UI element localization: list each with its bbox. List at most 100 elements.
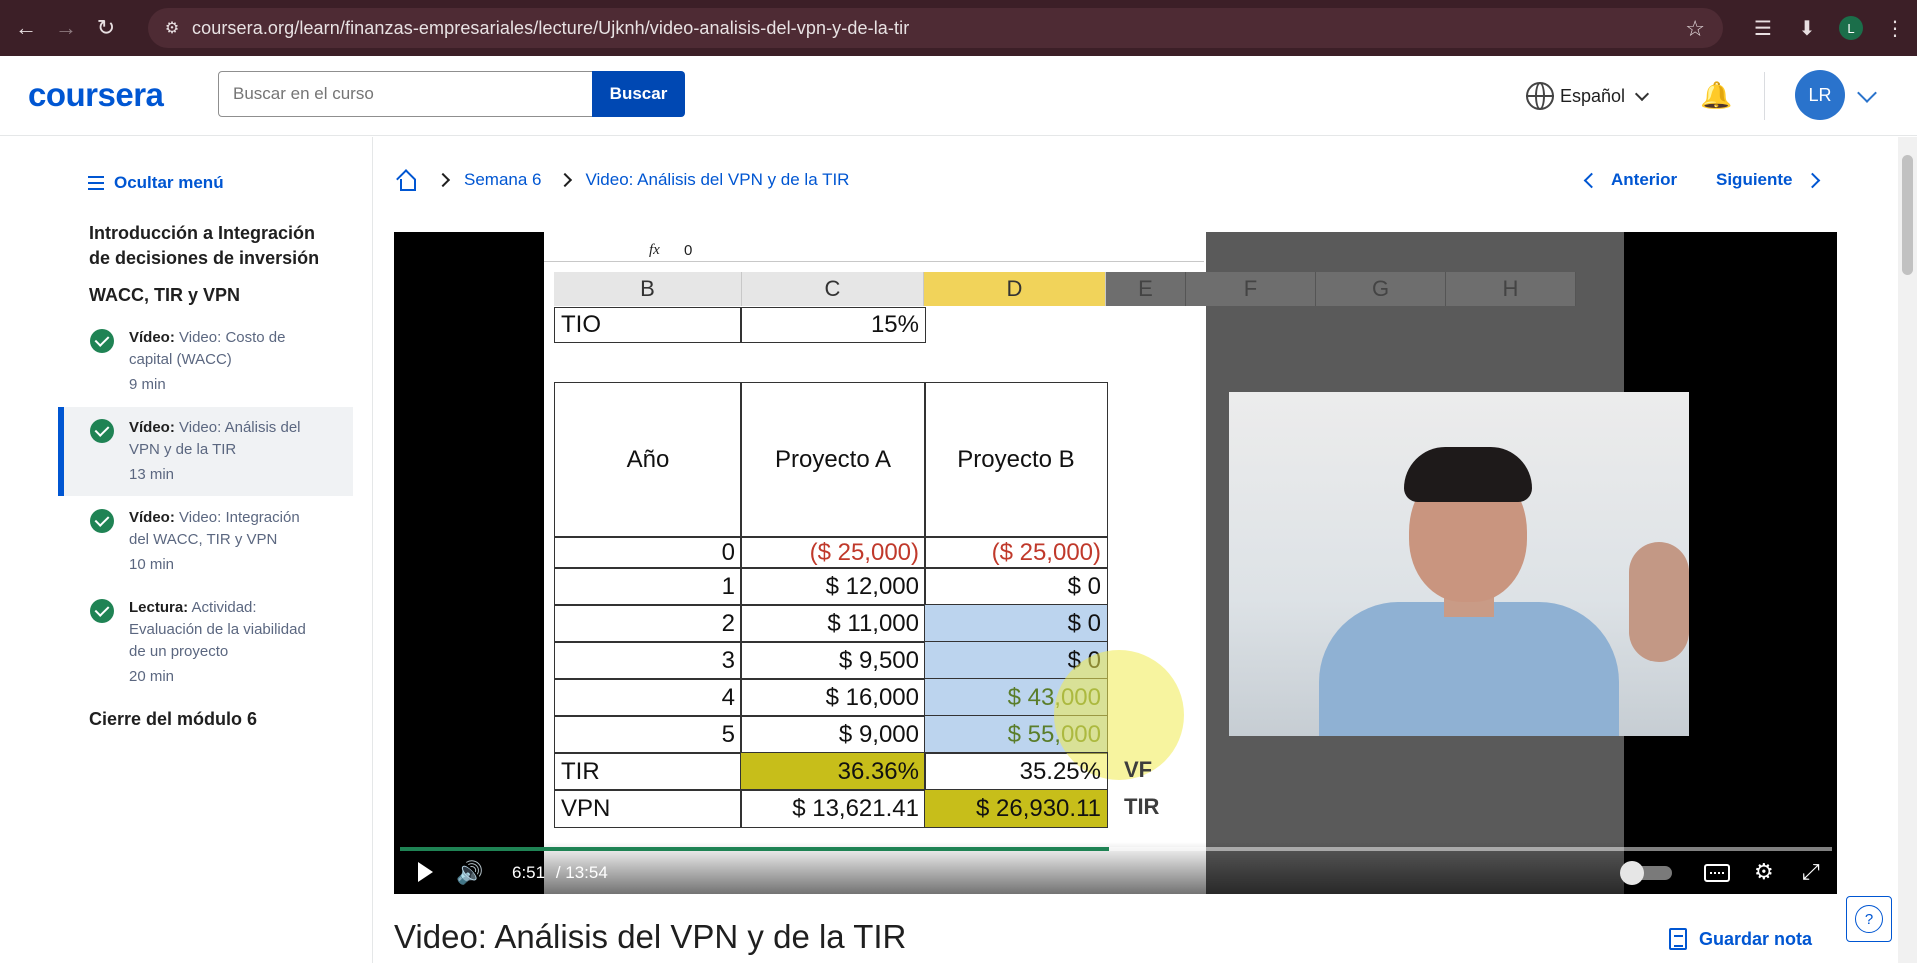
coursera-logo[interactable]: coursera [28, 76, 164, 114]
sidebar-item-actividad[interactable]: Lectura: Actividad: Evaluación de la via… [58, 587, 353, 698]
project-a-cell: $ 11,000 [740, 604, 926, 643]
item-type: Vídeo: [129, 509, 175, 526]
menu-icon [88, 176, 104, 190]
project-a-cell: $ 12,000 [740, 567, 926, 606]
download-icon[interactable]: ⬇ [1785, 6, 1829, 50]
column-header: C [742, 272, 924, 306]
autoplay-toggle[interactable] [1620, 861, 1672, 885]
item-type: Vídeo: [129, 419, 175, 436]
settings-gear-icon[interactable]: ⚙ [1754, 859, 1774, 885]
reload-icon[interactable]: ↻ [86, 8, 126, 48]
profile-button[interactable]: L [1829, 6, 1873, 50]
hide-menu-label: Ocultar menú [114, 173, 224, 192]
notifications-bell-icon[interactable]: 🔔 [1700, 80, 1732, 114]
page-scrollbar[interactable] [1898, 137, 1917, 963]
hide-menu-button[interactable]: Ocultar menú [88, 173, 224, 193]
project-a-cell: $ 9,000 [740, 715, 926, 754]
site-header: coursera Buscar Español 🔔 LR [0, 56, 1917, 136]
vpn-b-cell: $ 26,930.11 [924, 789, 1108, 828]
sidebar-item-text: Vídeo: Video: Costo de capital (WACC) 9 … [129, 327, 319, 396]
video-frame-spreadsheet: fx 0 B C D E F G H TIO 15% Año Proyecto … [544, 232, 1689, 894]
module-closure-section[interactable]: Cierre del módulo 6 [89, 709, 257, 730]
help-button[interactable]: ? [1846, 896, 1892, 942]
fullscreen-icon[interactable]: ⤢ [1802, 859, 1820, 885]
browser-toolbar: ← → ↻ ⚙ coursera.org/learn/finanzas-empr… [0, 0, 1917, 56]
sidebar-item-integracion[interactable]: Vídeo: Video: Integración del WACC, TIR … [58, 497, 353, 586]
tir-b-cell: 35.25% [924, 752, 1108, 791]
back-icon[interactable]: ← [6, 8, 46, 48]
video-player[interactable]: fx 0 B C D E F G H TIO 15% Año Proyecto … [394, 232, 1837, 894]
time-current: 6:51 [512, 863, 546, 882]
tir-a-cell: 36.36% [740, 752, 926, 791]
tir-side-label: TIR [1124, 794, 1160, 819]
item-type: Lectura: [129, 599, 189, 616]
module-title[interactable]: Introducción a Integración de decisiones… [89, 221, 339, 271]
year-cell: 2 [554, 604, 742, 643]
forward-icon[interactable]: → [46, 8, 86, 48]
previous-label: Anterior [1611, 170, 1678, 189]
media-queue-icon[interactable]: ☰ [1741, 6, 1785, 50]
toggle-knob [1620, 861, 1644, 885]
sidebar-item-analisis-vpn-tir[interactable]: Vídeo: Video: Análisis del VPN y de la T… [58, 407, 353, 496]
site-settings-icon[interactable]: ⚙ [162, 18, 182, 38]
chevron-right-icon [557, 172, 572, 188]
home-icon[interactable] [396, 171, 416, 191]
completed-check-icon [90, 329, 114, 353]
year-cell: 0 [554, 536, 742, 569]
vpn-label-cell: VPN [554, 789, 742, 828]
video-title: Video: Análisis del VPN y de la TIR [394, 918, 907, 955]
formula-value: 0 [684, 242, 693, 259]
project-a-cell: ($ 25,000) [740, 536, 926, 569]
user-avatar[interactable]: LR [1795, 70, 1845, 120]
item-duration: 10 min [129, 556, 175, 573]
completed-check-icon [90, 599, 114, 623]
header-cell: Proyecto B [924, 382, 1108, 538]
item-type: Vídeo: [129, 329, 175, 346]
progress-fill[interactable] [400, 847, 1109, 851]
year-cell: 3 [554, 641, 742, 680]
completed-check-icon [90, 419, 114, 443]
year-cell: 5 [554, 715, 742, 754]
sidebar-item-text: Vídeo: Video: Integración del WACC, TIR … [129, 507, 319, 576]
scrollbar-thumb[interactable] [1902, 155, 1913, 275]
save-note-button[interactable]: Guardar nota [1669, 928, 1812, 950]
search-button[interactable]: Buscar [592, 71, 685, 117]
browser-menu-icon[interactable]: ⋮ [1873, 6, 1917, 50]
column-header: H [1446, 272, 1576, 306]
item-duration: 20 min [129, 668, 175, 685]
volume-icon[interactable]: 🔊 [456, 860, 483, 886]
column-header: D [924, 272, 1106, 306]
previous-button[interactable]: Anterior [1583, 170, 1678, 190]
breadcrumb: Semana 6 Video: Análisis del VPN y de la… [396, 170, 850, 191]
sidebar-item-costo-capital[interactable]: Vídeo: Video: Costo de capital (WACC) 9 … [58, 317, 353, 406]
search-input[interactable] [218, 71, 595, 117]
year-cell: 1 [554, 567, 742, 606]
project-b-cell: ($ 25,000) [924, 536, 1108, 569]
time-display: 6:51 / 13:54 [512, 863, 608, 883]
help-icon: ? [1855, 905, 1883, 933]
tir-label-cell: TIR [554, 752, 742, 791]
project-a-cell: $ 16,000 [740, 678, 926, 717]
item-duration: 13 min [129, 466, 175, 483]
play-icon[interactable] [418, 862, 433, 882]
next-button[interactable]: Siguiente [1716, 170, 1820, 190]
bookmark-star-icon[interactable]: ☆ [1685, 16, 1705, 42]
project-b-cell: $ 0 [924, 604, 1108, 643]
instructor-webcam [1229, 392, 1689, 736]
language-selector[interactable]: Español [1526, 82, 1650, 110]
url-text[interactable]: coursera.org/learn/finanzas-empresariale… [192, 18, 909, 39]
chevron-right-icon [435, 172, 451, 188]
fx-label: fx [649, 242, 660, 258]
next-label: Siguiente [1716, 170, 1793, 189]
vpn-a-cell: $ 13,621.41 [740, 789, 926, 828]
breadcrumb-current[interactable]: Video: Análisis del VPN y de la TIR [586, 170, 850, 190]
address-bar[interactable]: ⚙ coursera.org/learn/finanzas-empresaria… [148, 8, 1723, 48]
breadcrumb-week[interactable]: Semana 6 [464, 170, 542, 190]
captions-icon[interactable] [1704, 864, 1730, 882]
header-cell: Año [554, 382, 742, 538]
sidebar-item-text: Vídeo: Video: Análisis del VPN y de la T… [129, 417, 319, 486]
save-note-label: Guardar nota [1699, 928, 1813, 949]
avatar-chevron-down-icon[interactable] [1857, 83, 1877, 103]
project-b-cell: $ 0 [924, 567, 1108, 606]
time-total: / 13:54 [555, 863, 608, 882]
